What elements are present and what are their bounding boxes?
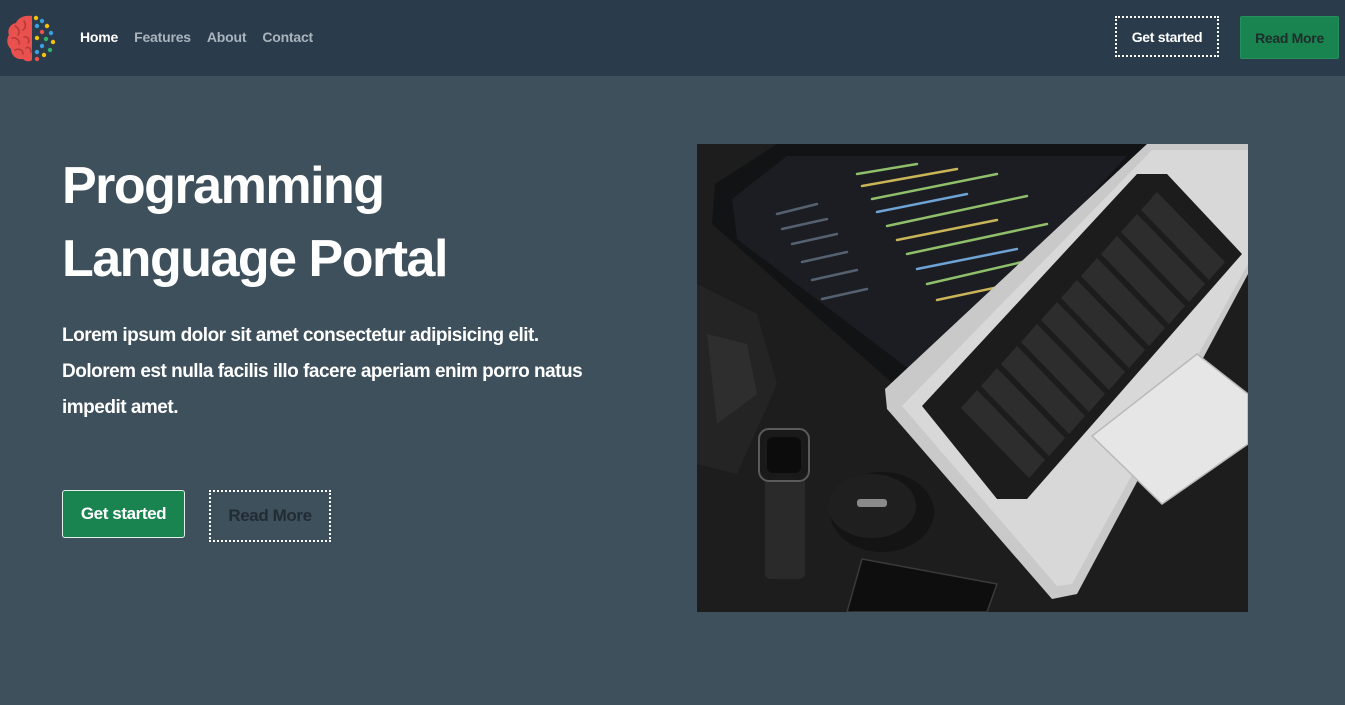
nav-link-features[interactable]: Features bbox=[134, 29, 191, 45]
laptop-photo bbox=[697, 144, 1248, 612]
nav-get-started-button[interactable]: Get started bbox=[1115, 16, 1219, 57]
hero-title-line2: Language Portal bbox=[62, 230, 448, 288]
brain-icon[interactable] bbox=[6, 12, 58, 64]
nav-link-home[interactable]: Home bbox=[80, 29, 118, 45]
nav-link-about[interactable]: About bbox=[207, 29, 247, 45]
hero-text-line1: Lorem ipsum dolor sit amet consectetur a… bbox=[62, 325, 539, 346]
hero-title-line1: Programming bbox=[62, 157, 385, 215]
hero-get-started-button[interactable]: Get started bbox=[62, 490, 185, 538]
hero-text-line2: Dolorem est nulla facilis illo facere ap… bbox=[62, 361, 583, 382]
nav-links: Home Features About Contact bbox=[80, 29, 329, 45]
navbar: Home Features About Contact Get started … bbox=[0, 0, 1345, 76]
hero-description: Lorem ipsum dolor sit amet consectetur a… bbox=[62, 318, 662, 426]
nav-read-more-button[interactable]: Read More bbox=[1240, 16, 1339, 59]
hero-text-line3: impedit amet. bbox=[62, 397, 178, 418]
nav-link-contact[interactable]: Contact bbox=[262, 29, 313, 45]
hero-title: Programming Language Portal bbox=[62, 150, 622, 296]
hero-read-more-button[interactable]: Read More bbox=[209, 490, 331, 542]
